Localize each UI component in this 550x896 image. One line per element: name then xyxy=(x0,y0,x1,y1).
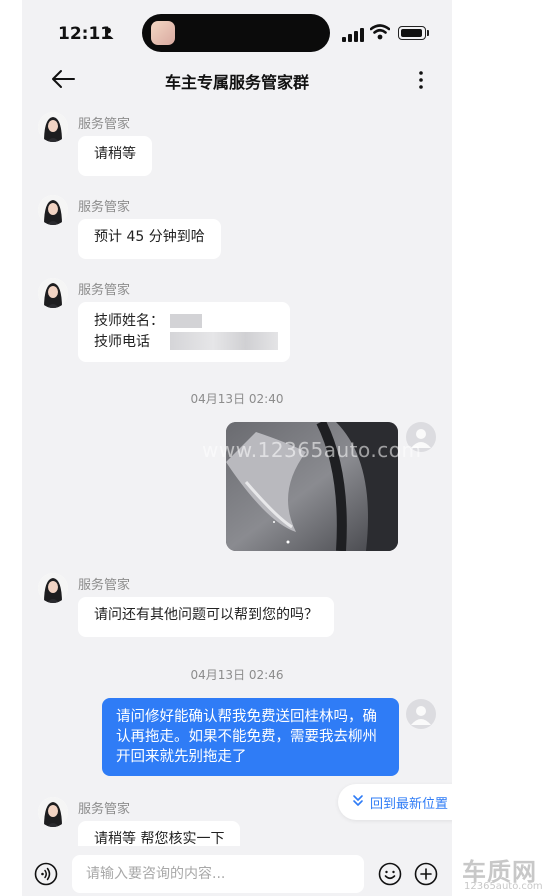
status-bar: 12:11 xyxy=(22,0,452,62)
user-avatar-icon xyxy=(411,706,431,725)
agent-avatar-icon xyxy=(38,573,68,603)
message-bubble[interactable]: 请稍等 xyxy=(78,136,152,176)
message-bubble[interactable]: 技师姓名： 技师电话 xyxy=(78,302,290,362)
return-to-latest-button[interactable]: 回到最新位置 xyxy=(338,784,452,820)
battery-cap xyxy=(427,30,429,36)
redacted-block xyxy=(170,332,278,350)
emoji-icon[interactable] xyxy=(378,862,402,886)
sender-name: 服务管家 xyxy=(78,802,131,817)
site-logo: 车质网 12365auto.com xyxy=(458,852,550,896)
agent-avatar-icon xyxy=(38,112,68,142)
user-message-bubble[interactable]: 请问修好能确认帮我免费送回桂林吗，确认再拖走。如果不能免费，需要我去柳州开回来就… xyxy=(102,698,399,776)
plus-icon[interactable] xyxy=(414,862,438,886)
double-chevron-down-icon xyxy=(353,795,363,806)
input-bar: 请输入要咨询的内容... xyxy=(22,846,452,896)
phone-screen: 12:11 车主专属服务管家群 服务管家 请稍等 服务管家 预计 45 分钟到哈… xyxy=(22,0,452,896)
page-title: 车主专属服务管家群 xyxy=(164,73,309,92)
battery-icon xyxy=(398,26,426,40)
message-bubble[interactable]: 请问还有其他问题可以帮到您的吗？ xyxy=(78,597,334,637)
avatar[interactable] xyxy=(38,195,68,225)
person-icon xyxy=(102,27,114,39)
agent-avatar-icon xyxy=(38,797,68,827)
avatar[interactable] xyxy=(38,112,68,142)
avatar[interactable] xyxy=(38,797,68,827)
dynamic-island xyxy=(142,14,330,52)
wifi-icon xyxy=(370,24,390,40)
message-bubble[interactable]: 预计 45 分钟到哈 xyxy=(78,219,221,259)
time-divider: 04月13日 02:46 xyxy=(190,668,284,682)
sender-name: 服务管家 xyxy=(78,200,131,215)
signal-icon xyxy=(342,28,364,42)
logo-sub-text: 12365auto.com xyxy=(464,881,543,892)
watermark-text: www.12365auto.com xyxy=(202,438,422,462)
more-icon[interactable] xyxy=(414,68,428,92)
sender-name: 服务管家 xyxy=(78,283,131,298)
return-to-latest-label: 回到最新位置 xyxy=(370,797,449,812)
nav-bar: 车主专属服务管家群 xyxy=(22,62,452,98)
sender-name: 服务管家 xyxy=(78,117,131,132)
agent-avatar-icon xyxy=(38,195,68,225)
message-input[interactable]: 请输入要咨询的内容... xyxy=(72,855,364,893)
redacted-block xyxy=(170,314,202,328)
avatar[interactable] xyxy=(38,573,68,603)
sender-name: 服务管家 xyxy=(78,578,131,593)
avatar[interactable] xyxy=(406,699,436,729)
island-thumbnail-icon xyxy=(151,21,175,45)
time-divider: 04月13日 02:40 xyxy=(190,392,284,406)
avatar[interactable] xyxy=(38,278,68,308)
voice-icon[interactable] xyxy=(34,862,58,886)
agent-avatar-icon xyxy=(38,278,68,308)
